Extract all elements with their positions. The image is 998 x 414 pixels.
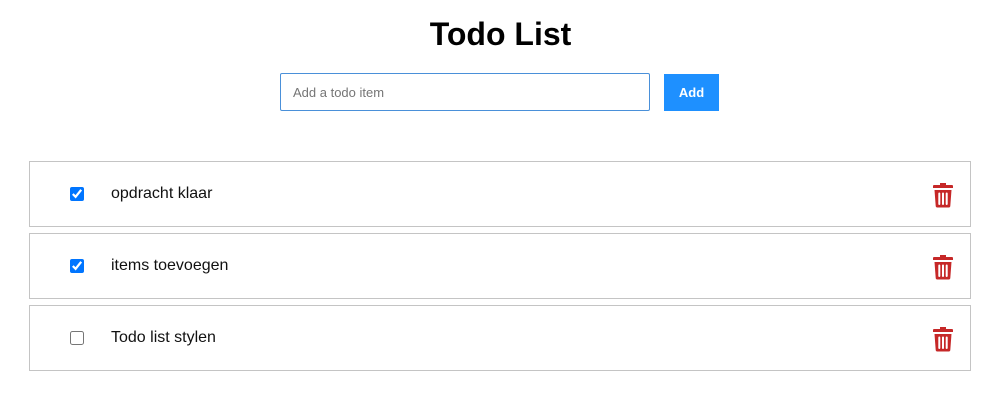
todo-checkbox[interactable] — [70, 187, 84, 201]
add-todo-form: Add — [280, 73, 720, 111]
todo-text: opdracht klaar — [111, 185, 213, 202]
todo-item: Todo list stylen — [29, 305, 971, 371]
page-title: Todo List — [429, 16, 572, 52]
trash-icon[interactable] — [932, 182, 954, 208]
todo-text: items toevoegen — [111, 257, 229, 274]
add-button[interactable]: Add — [664, 74, 719, 111]
todo-list: opdracht klaar items toevoegen Todo list… — [29, 161, 971, 377]
todo-item: opdracht klaar — [29, 161, 971, 227]
todo-checkbox[interactable] — [70, 259, 84, 273]
trash-icon[interactable] — [932, 254, 954, 280]
todo-checkbox[interactable] — [70, 331, 84, 345]
todo-item: items toevoegen — [29, 233, 971, 299]
todo-input[interactable] — [280, 73, 650, 111]
todo-app: Todo List Add opdracht klaar items toevo… — [0, 0, 998, 414]
trash-icon[interactable] — [932, 326, 954, 352]
todo-text: Todo list stylen — [111, 329, 216, 346]
